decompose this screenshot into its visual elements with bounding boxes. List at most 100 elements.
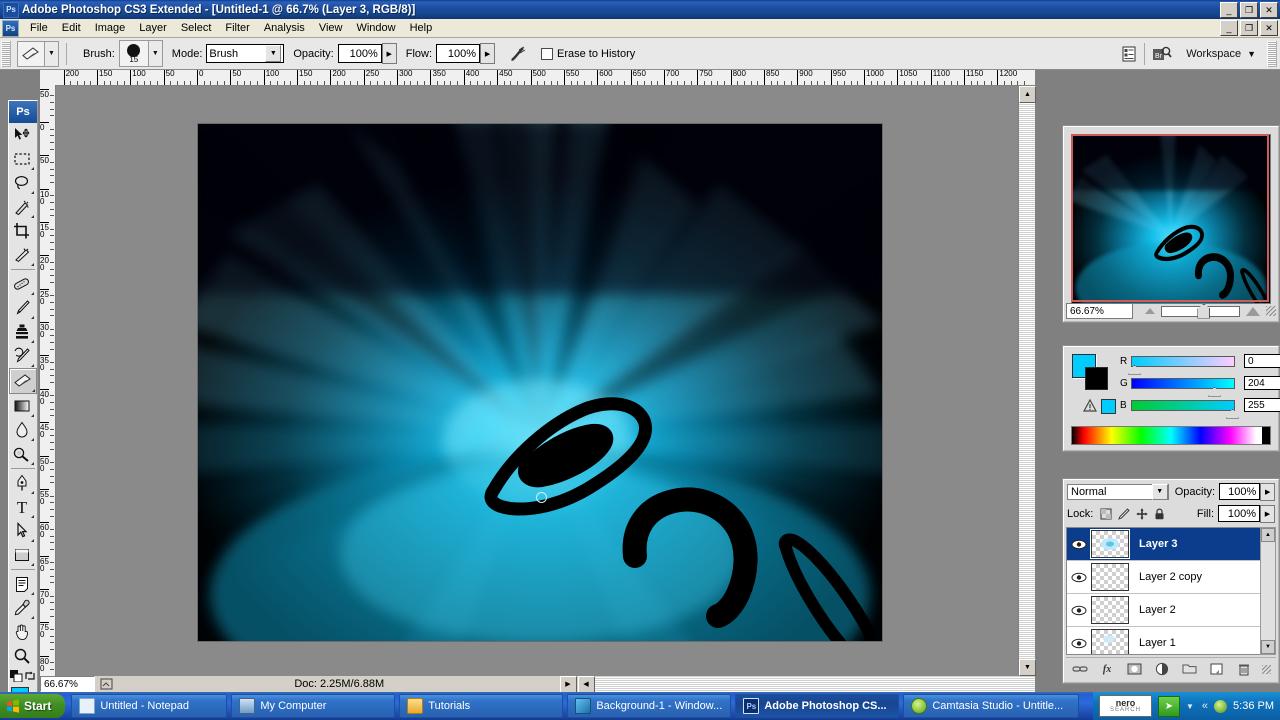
canvas-horizontal-scrollbar[interactable] bbox=[594, 676, 1035, 692]
green-slider-track[interactable] bbox=[1131, 377, 1235, 397]
layers-scroll-up-button[interactable]: ▲ bbox=[1261, 528, 1275, 542]
layers-scroll-down-button[interactable]: ▼ bbox=[1261, 640, 1275, 654]
tool-magic-wand[interactable] bbox=[9, 195, 35, 219]
tray-dropdown-chevron-icon[interactable]: ▼ bbox=[1186, 702, 1194, 711]
blue-value-field[interactable]: 255 bbox=[1244, 398, 1280, 412]
tool-preset-picker[interactable]: ▼ bbox=[45, 40, 59, 67]
tool-zoom[interactable] bbox=[9, 644, 35, 668]
link-layers-button[interactable] bbox=[1071, 661, 1089, 677]
doc-minimize-button[interactable]: _ bbox=[1220, 20, 1238, 36]
scroll-left-button[interactable]: ◀ bbox=[577, 675, 595, 693]
tool-notes[interactable] bbox=[9, 572, 35, 596]
zoom-in-icon[interactable] bbox=[1246, 306, 1260, 316]
canvas-vertical-scrollbar[interactable]: ▲ ▼ bbox=[1018, 86, 1036, 676]
default-colors-icon[interactable] bbox=[10, 670, 23, 682]
menu-item-help[interactable]: Help bbox=[403, 20, 440, 36]
opacity-slider-button[interactable]: ▶ bbox=[381, 43, 397, 64]
menu-item-view[interactable]: View bbox=[312, 20, 350, 36]
zoom-out-icon[interactable] bbox=[1145, 308, 1155, 314]
doc-close-button[interactable]: ✕ bbox=[1260, 20, 1278, 36]
tool-gradient[interactable] bbox=[9, 394, 35, 418]
close-button[interactable]: ✕ bbox=[1260, 2, 1278, 18]
new-layer-button[interactable] bbox=[1208, 661, 1226, 677]
blend-mode-select[interactable]: Normal ▼ bbox=[1067, 483, 1169, 500]
workspace-button[interactable]: Workspace ▼ bbox=[1186, 48, 1256, 60]
airbrush-toggle[interactable] bbox=[509, 45, 529, 63]
tray-expand-chevron-icon[interactable]: « bbox=[1202, 700, 1208, 712]
document-sizes-icon[interactable] bbox=[99, 677, 115, 691]
zoom-level-field[interactable]: 66.67% bbox=[40, 676, 95, 692]
tool-eraser[interactable] bbox=[9, 368, 37, 394]
flow-slider-button[interactable]: ▶ bbox=[480, 43, 496, 64]
tray-camtasia-icon[interactable] bbox=[1214, 699, 1228, 713]
taskbar-item-tutorials[interactable]: Tutorials bbox=[399, 694, 564, 718]
menu-item-window[interactable]: Window bbox=[349, 20, 402, 36]
mode-select[interactable]: Brush ▼ bbox=[206, 44, 285, 63]
layer-opacity-slider-button[interactable]: ▶ bbox=[1260, 482, 1275, 501]
erase-to-history-checkbox[interactable] bbox=[541, 47, 554, 60]
layer-thumbnail[interactable] bbox=[1091, 629, 1129, 654]
mode-chevron-down-icon[interactable]: ▼ bbox=[265, 45, 282, 62]
doc-restore-button[interactable]: ❐ bbox=[1240, 20, 1258, 36]
tool-hand[interactable] bbox=[9, 620, 35, 644]
fill-value[interactable]: 100% bbox=[1218, 505, 1260, 522]
green-value-field[interactable]: 204 bbox=[1244, 376, 1280, 390]
taskbar-item-background-1[interactable]: Background-1 - Window... bbox=[567, 694, 732, 718]
layer-row-layer-2[interactable]: Layer 2 bbox=[1067, 594, 1261, 627]
layer-style-button[interactable]: fx bbox=[1098, 661, 1116, 677]
layer-list-scrollbar[interactable]: ▲ ▼ bbox=[1260, 527, 1276, 655]
navigator-zoom-field[interactable]: 66.67% bbox=[1066, 303, 1133, 319]
color-panel-swatches[interactable] bbox=[1072, 354, 1108, 390]
start-button[interactable]: Start bbox=[0, 694, 66, 718]
menu-item-layer[interactable]: Layer bbox=[132, 20, 174, 36]
menu-item-edit[interactable]: Edit bbox=[55, 20, 88, 36]
tool-slice[interactable] bbox=[9, 243, 35, 267]
panel-resize-grip[interactable] bbox=[1266, 306, 1276, 316]
menu-item-filter[interactable]: Filter bbox=[218, 20, 256, 36]
tool-move[interactable] bbox=[9, 123, 35, 147]
red-value-field[interactable]: 0 bbox=[1244, 354, 1280, 368]
tool-pen[interactable] bbox=[9, 471, 35, 495]
tool-history-brush[interactable] bbox=[9, 344, 35, 368]
layer-visibility-eye-icon[interactable] bbox=[1067, 605, 1091, 616]
minimize-button[interactable]: _ bbox=[1220, 2, 1238, 18]
zoom-slider-handle[interactable] bbox=[1197, 303, 1211, 319]
tool-path-selection[interactable] bbox=[9, 519, 35, 543]
layer-row-layer-2-copy[interactable]: Layer 2 copy bbox=[1067, 561, 1261, 594]
lock-transparent-pixels-icon[interactable] bbox=[1099, 507, 1112, 520]
color-spectrum-ramp[interactable] bbox=[1071, 426, 1271, 445]
taskbar-item-notepad[interactable]: Untitled - Notepad bbox=[71, 694, 228, 718]
menu-item-analysis[interactable]: Analysis bbox=[257, 20, 312, 36]
current-tool-preview[interactable] bbox=[17, 40, 45, 67]
layer-thumbnail[interactable] bbox=[1090, 529, 1130, 559]
go-to-bridge-button[interactable]: Br bbox=[1152, 45, 1172, 62]
nero-go-button[interactable]: ➤ bbox=[1157, 695, 1180, 717]
navigator-thumbnail[interactable] bbox=[1071, 134, 1271, 304]
menu-item-file[interactable]: File bbox=[23, 20, 55, 36]
layer-row-layer-1[interactable]: Layer 1 bbox=[1067, 627, 1261, 654]
tool-crop[interactable] bbox=[9, 219, 35, 243]
options-bar-gripper-right[interactable] bbox=[1267, 40, 1277, 67]
brush-picker-dropdown[interactable]: ▼ bbox=[148, 40, 163, 67]
lock-position-icon[interactable] bbox=[1135, 507, 1148, 520]
out-of-gamut-warning-icon[interactable] bbox=[1083, 399, 1097, 412]
tool-marquee[interactable] bbox=[9, 147, 35, 171]
brush-preset-preview[interactable]: 15 bbox=[118, 40, 149, 67]
swap-colors-icon[interactable] bbox=[24, 670, 36, 682]
blend-mode-chevron-down-icon[interactable]: ▼ bbox=[1151, 483, 1168, 500]
tool-rectangle[interactable] bbox=[9, 543, 35, 567]
horizontal-ruler[interactable]: 200 150 100 50 0 50 100 150 200 250 300 350 400 450 50… bbox=[56, 70, 1035, 86]
palettes-icon[interactable] bbox=[1121, 46, 1137, 62]
out-of-gamut-swatch[interactable] bbox=[1101, 399, 1116, 414]
taskbar-item-my-computer[interactable]: My Computer bbox=[231, 694, 396, 718]
lock-all-icon[interactable] bbox=[1153, 507, 1166, 520]
layer-thumbnail[interactable] bbox=[1091, 563, 1129, 591]
tool-clone-stamp[interactable] bbox=[9, 320, 35, 344]
scroll-down-button[interactable]: ▼ bbox=[1019, 659, 1036, 676]
canvas-scroll-area[interactable] bbox=[56, 86, 1034, 676]
artboard[interactable] bbox=[197, 123, 883, 642]
layer-thumbnail[interactable] bbox=[1091, 596, 1129, 624]
layer-visibility-eye-icon[interactable] bbox=[1067, 638, 1091, 649]
new-group-button[interactable] bbox=[1180, 661, 1198, 677]
scroll-up-button[interactable]: ▲ bbox=[1019, 86, 1036, 103]
